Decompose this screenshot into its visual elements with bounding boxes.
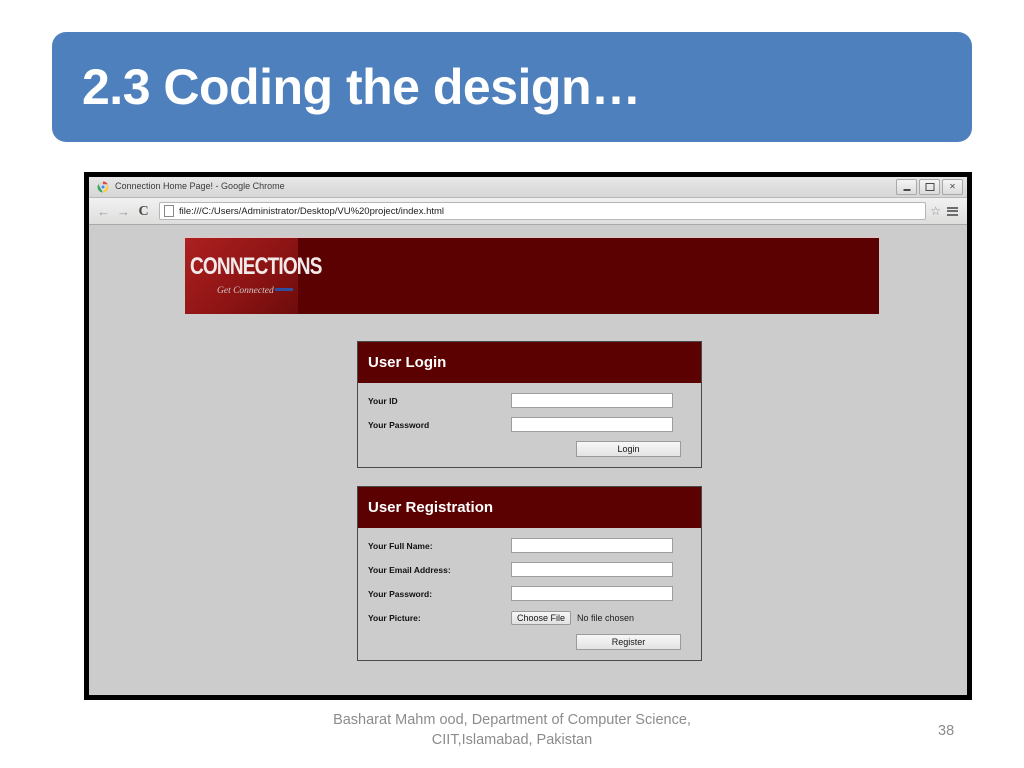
slide-footer: Basharat Mahm ood, Department of Compute… [0, 710, 1024, 750]
form-row: Your Picture: Choose File No file chosen [368, 609, 691, 626]
your-id-input[interactable] [511, 393, 673, 408]
slide-title-bar: 2.3 Coding the design… [52, 32, 972, 142]
register-password-label: Your Password: [368, 588, 433, 599]
register-button[interactable]: Register [576, 634, 681, 650]
logo-tagline-text: Get Connected [217, 286, 274, 296]
user-registration-heading: User Registration [368, 499, 494, 516]
site-logo[interactable]: CONNECTIONS Get Connected [185, 238, 322, 314]
browser-toolbar: ← → C file:///C:/Users/Administrator/Des… [89, 198, 967, 225]
user-registration-body: Your Full Name: Your Email Address: Your… [358, 528, 701, 660]
user-registration-panel: User Registration Your Full Name: Your E… [357, 486, 702, 661]
site-banner: CONNECTIONS Get Connected [185, 237, 879, 314]
bookmark-star-icon[interactable]: ☆ [930, 205, 941, 217]
back-icon[interactable]: ← [95, 203, 112, 220]
user-login-body: Your ID Your Password Login [358, 383, 701, 467]
full-name-input[interactable] [511, 538, 673, 553]
browser-tabstrip: Connection Home Page! - Google Chrome ✕ [89, 177, 967, 198]
web-page-content: CONNECTIONS Get Connected User Login You… [89, 225, 967, 695]
form-row: Your Full Name: [368, 537, 691, 554]
minimize-button[interactable] [896, 179, 917, 195]
reload-icon[interactable]: C [135, 203, 152, 220]
file-upload-control: Choose File No file chosen [511, 610, 635, 625]
browser-window: Connection Home Page! - Google Chrome ✕ … [89, 177, 967, 695]
page-title: 2.3 Coding the design… [82, 59, 641, 115]
url-text: file:///C:/Users/Administrator/Desktop/V… [179, 205, 445, 217]
form-row: Your Password: [368, 585, 691, 602]
form-row: Your ID [368, 392, 691, 409]
close-button[interactable]: ✕ [942, 179, 963, 195]
form-row: Your Password [368, 416, 691, 433]
address-bar[interactable]: file:///C:/Users/Administrator/Desktop/V… [159, 202, 927, 220]
logo-dash-icon [274, 288, 293, 291]
forward-icon[interactable]: → [115, 203, 132, 220]
your-picture-label: Your Picture: [368, 612, 421, 623]
user-registration-header: User Registration [358, 487, 701, 528]
login-button-row: Login [368, 441, 691, 457]
chrome-logo-icon [97, 181, 109, 193]
slide-page-number: 38 [938, 723, 955, 739]
your-id-label: Your ID [368, 395, 398, 406]
logo-tagline: Get Connected [217, 286, 293, 296]
form-row: Your Email Address: [368, 561, 691, 578]
file-status-text: No file chosen [577, 612, 635, 623]
email-address-input[interactable] [511, 562, 673, 577]
your-password-input[interactable] [511, 417, 673, 432]
footer-attribution: Basharat Mahm ood, Department of Compute… [302, 710, 722, 750]
register-password-input[interactable] [511, 586, 673, 601]
register-button-row: Register [368, 634, 691, 650]
browser-tab-title[interactable]: Connection Home Page! - Google Chrome [115, 181, 285, 191]
footer-line-1: Basharat Mahm ood, Department of [333, 712, 564, 728]
user-login-heading: User Login [368, 354, 447, 371]
login-button[interactable]: Login [576, 441, 681, 457]
page-document-icon [164, 205, 174, 217]
maximize-button[interactable] [919, 179, 940, 195]
close-icon: ✕ [949, 182, 956, 191]
browser-screenshot-frame: Connection Home Page! - Google Chrome ✕ … [84, 172, 972, 700]
your-password-label: Your Password [368, 419, 430, 430]
email-address-label: Your Email Address: [368, 564, 451, 575]
window-controls: ✕ [896, 179, 963, 195]
logo-wordmark: CONNECTIONS [190, 254, 322, 281]
user-login-panel: User Login Your ID Your Password Login [357, 341, 702, 468]
user-login-header: User Login [358, 342, 701, 383]
full-name-label: Your Full Name: [368, 540, 433, 551]
hamburger-menu-icon[interactable] [947, 206, 958, 216]
choose-file-button[interactable]: Choose File [511, 610, 572, 625]
